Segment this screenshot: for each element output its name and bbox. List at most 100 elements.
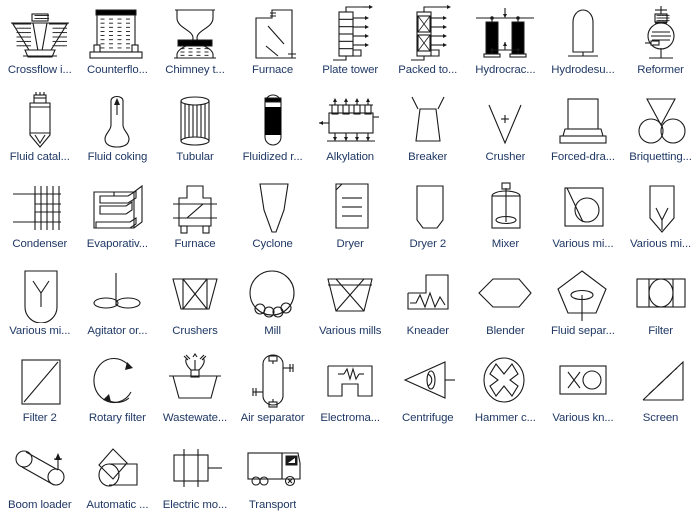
shape-item-rotary-filter[interactable]: Rotary filter: [79, 350, 157, 437]
fluid-separator-icon[interactable]: [546, 263, 620, 325]
shape-item-evaporative-condenser[interactable]: Evaporativ...: [79, 176, 157, 263]
mill-icon[interactable]: [236, 263, 310, 325]
shape-item-screen[interactable]: Screen: [622, 350, 699, 437]
alkylation-icon[interactable]: [313, 89, 387, 151]
blender-icon[interactable]: [468, 263, 542, 325]
shape-item-transport[interactable]: Transport: [234, 437, 312, 524]
counterflow-cooling-tower-icon[interactable]: [80, 2, 154, 64]
shape-item-crushers[interactable]: Crushers: [156, 263, 234, 350]
fluid-coking-icon[interactable]: [80, 89, 154, 151]
shape-item-various-mixers-1[interactable]: Various mi...: [544, 176, 622, 263]
plate-tower-icon[interactable]: [313, 2, 387, 64]
shape-item-fluid-coking[interactable]: Fluid coking: [79, 89, 157, 176]
agitator-icon[interactable]: [80, 263, 154, 325]
shape-item-hammer-crusher[interactable]: Hammer c...: [467, 350, 545, 437]
filter-2-icon[interactable]: [3, 350, 77, 412]
air-separator-icon[interactable]: [236, 350, 310, 412]
furnace-icon[interactable]: [236, 2, 310, 64]
shape-item-filter-2[interactable]: Filter 2: [1, 350, 79, 437]
packed-tower-icon[interactable]: [391, 2, 465, 64]
shape-item-plate-tower[interactable]: Plate tower: [311, 2, 389, 89]
shape-item-fluid-separator[interactable]: Fluid separ...: [544, 263, 622, 350]
shape-item-chimney-tower[interactable]: Chimney t...: [156, 2, 234, 89]
breaker-icon[interactable]: [391, 89, 465, 151]
shape-item-wastewater-treatment[interactable]: Wastewate...: [156, 350, 234, 437]
shape-item-various-mixers-2[interactable]: Various mi...: [622, 176, 699, 263]
hydrocracking-icon[interactable]: [468, 2, 542, 64]
shape-item-dryer-2[interactable]: Dryer 2: [389, 176, 467, 263]
shape-item-mill[interactable]: Mill: [234, 263, 312, 350]
shape-item-various-mixers-3[interactable]: Various mi...: [1, 263, 79, 350]
shape-item-furnace-2[interactable]: Furnace: [156, 176, 234, 263]
tubular-icon[interactable]: [158, 89, 232, 151]
shape-item-air-separator[interactable]: Air separator: [234, 350, 312, 437]
rotary-filter-icon[interactable]: [80, 350, 154, 412]
centrifuge-icon[interactable]: [391, 350, 465, 412]
crusher-icon[interactable]: [468, 89, 542, 151]
shape-item-packed-tower[interactable]: Packed to...: [389, 2, 467, 89]
evaporative-condenser-icon[interactable]: [80, 176, 154, 238]
various-mixer-pointed-icon[interactable]: [624, 176, 698, 238]
shape-item-fluid-catalytic-cracking[interactable]: Fluid catal...: [1, 89, 79, 176]
shape-item-fluidized-reactor[interactable]: Fluidized r...: [234, 89, 312, 176]
various-mills-icon[interactable]: [313, 263, 387, 325]
fluidized-reactor-icon[interactable]: [236, 89, 310, 151]
various-mixer-y-icon[interactable]: [3, 263, 77, 325]
transport-truck-icon[interactable]: [236, 437, 310, 499]
condenser-icon[interactable]: [3, 176, 77, 238]
crushers-icon[interactable]: [158, 263, 232, 325]
electric-motor-icon[interactable]: [158, 437, 232, 499]
various-knives-icon[interactable]: [546, 350, 620, 412]
shape-item-automatic-loader[interactable]: Automatic ...: [79, 437, 157, 524]
shape-label: Furnace: [252, 64, 294, 76]
shape-item-electromagnetic-separator[interactable]: Electroma...: [311, 350, 389, 437]
filter-icon[interactable]: [624, 263, 698, 325]
various-mixer-square-icon[interactable]: [546, 176, 620, 238]
shape-item-blender[interactable]: Blender: [467, 263, 545, 350]
shape-item-hydrocracking-unit[interactable]: Hydrocrac...: [467, 2, 545, 89]
screen-icon[interactable]: [624, 350, 698, 412]
reformer-icon[interactable]: [624, 2, 698, 64]
dryer-2-icon[interactable]: [391, 176, 465, 238]
shape-item-boom-loader[interactable]: Boom loader: [1, 437, 79, 524]
electromagnetic-icon[interactable]: [313, 350, 387, 412]
wastewater-icon[interactable]: [158, 350, 232, 412]
mixer-icon[interactable]: [468, 176, 542, 238]
shape-item-briquetting-machine[interactable]: Briquetting...: [622, 89, 699, 176]
shape-item-mixer[interactable]: Mixer: [467, 176, 545, 263]
shape-item-electric-motor[interactable]: Electric mo...: [156, 437, 234, 524]
shape-item-forced-draft-cooling-tower[interactable]: Forced-dra...: [544, 89, 622, 176]
shape-item-kneader[interactable]: Kneader: [389, 263, 467, 350]
shape-item-breaker[interactable]: Breaker: [389, 89, 467, 176]
shape-item-hydrodesulfurization-unit[interactable]: Hydrodesu...: [544, 2, 622, 89]
hydrodesulfurization-icon[interactable]: [546, 2, 620, 64]
shape-item-crusher[interactable]: Crusher: [467, 89, 545, 176]
hammer-crusher-icon[interactable]: [468, 350, 542, 412]
chimney-tower-icon[interactable]: [158, 2, 232, 64]
kneader-icon[interactable]: [391, 263, 465, 325]
shape-item-cyclone[interactable]: Cyclone: [234, 176, 312, 263]
shape-item-alkylation[interactable]: Alkylation: [311, 89, 389, 176]
shape-item-reformer[interactable]: Reformer: [622, 2, 699, 89]
shape-item-condenser[interactable]: Condenser: [1, 176, 79, 263]
shape-item-counterflow-cooling-tower[interactable]: Counterflo...: [79, 2, 157, 89]
shape-item-various-mills[interactable]: Various mills: [311, 263, 389, 350]
shape-item-filter[interactable]: Filter: [622, 263, 699, 350]
shape-item-furnace[interactable]: Furnace: [234, 2, 312, 89]
boom-loader-icon[interactable]: [3, 437, 77, 499]
shape-item-centrifuge[interactable]: Centrifuge: [389, 350, 467, 437]
automatic-loader-icon[interactable]: [80, 437, 154, 499]
shape-item-various-knives[interactable]: Various kn...: [544, 350, 622, 437]
shape-item-tubular[interactable]: Tubular: [156, 89, 234, 176]
furnace-box-icon[interactable]: [158, 176, 232, 238]
shape-item-crossflow-induced-draft-cooling-tower[interactable]: Crossflow i...: [1, 2, 79, 89]
briquetting-icon[interactable]: [624, 89, 698, 151]
crossflow-cooling-tower-icon[interactable]: [3, 2, 77, 64]
shape-label: Screen: [642, 412, 679, 424]
shape-item-dryer[interactable]: Dryer: [311, 176, 389, 263]
fluid-catalytic-cracking-icon[interactable]: [3, 89, 77, 151]
shape-item-agitator-or-stirrer[interactable]: Agitator or...: [79, 263, 157, 350]
cyclone-icon[interactable]: [236, 176, 310, 238]
dryer-icon[interactable]: [313, 176, 387, 238]
forced-draft-icon[interactable]: [546, 89, 620, 151]
